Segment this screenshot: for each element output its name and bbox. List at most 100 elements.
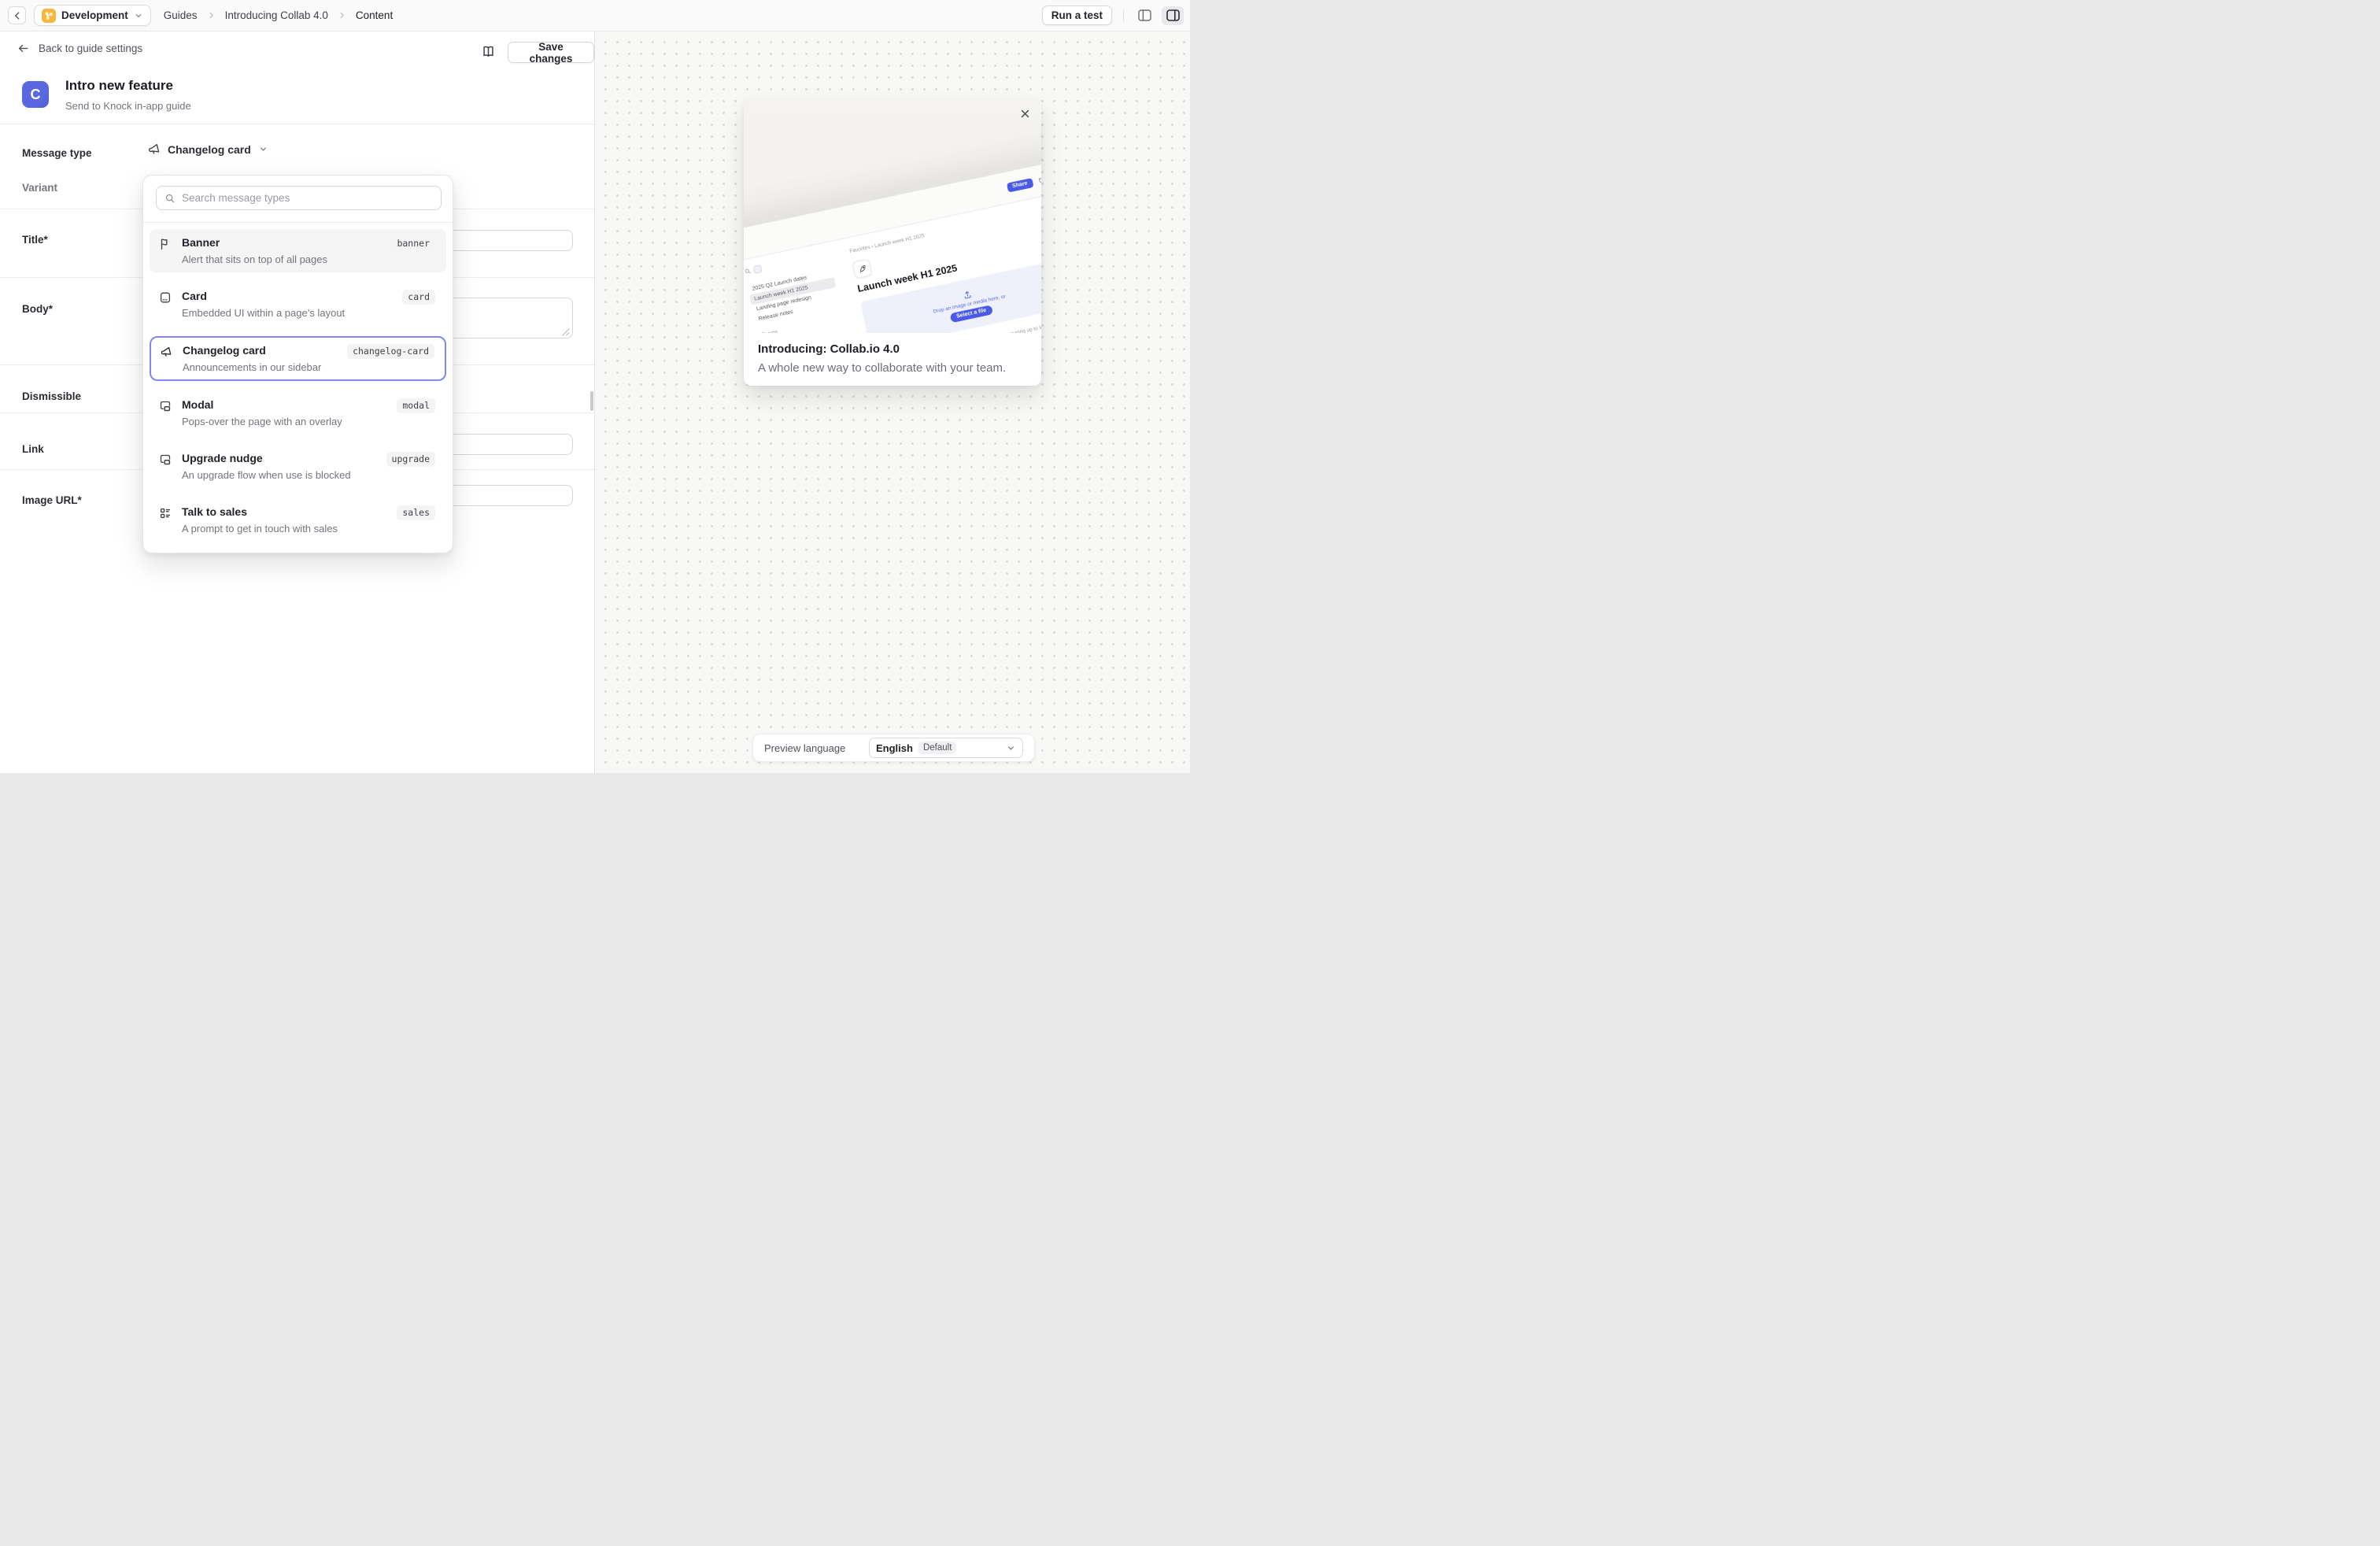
breadcrumb-separator-icon bbox=[207, 11, 216, 20]
message-type-search[interactable] bbox=[156, 186, 442, 210]
flag-icon bbox=[159, 236, 172, 265]
chevron-left-icon bbox=[12, 10, 23, 21]
top-bar: Development Guides Introducing Collab 4.… bbox=[0, 0, 1190, 31]
back-link-label: Back to guide settings bbox=[39, 43, 142, 54]
message-type-option-banner[interactable]: Banner Alert that sits on top of all pag… bbox=[150, 229, 446, 272]
breadcrumb-content[interactable]: Content bbox=[356, 9, 393, 21]
toggle-left-panel-button[interactable] bbox=[1135, 6, 1154, 25]
preview-panel: Share 2025 Q2 Launch dates bbox=[595, 31, 1190, 773]
right-panel-icon bbox=[1166, 9, 1180, 21]
upload-icon bbox=[962, 289, 973, 300]
preview-language-label: Preview language bbox=[764, 742, 845, 754]
close-icon bbox=[1019, 108, 1031, 120]
language-value: English bbox=[876, 742, 913, 754]
content-editor-panel: Back to guide settings Save changes C In… bbox=[0, 31, 595, 773]
run-a-test-button[interactable]: Run a test bbox=[1042, 6, 1112, 25]
guide-avatar: C bbox=[22, 81, 49, 108]
topbar-divider bbox=[1123, 9, 1124, 22]
option-description: Announcements in our sidebar bbox=[183, 361, 321, 373]
guide-title: Intro new feature bbox=[65, 78, 173, 94]
message-type-option-talk-to-sales[interactable]: Talk to sales A prompt to get in touch w… bbox=[150, 498, 446, 542]
breadcrumb: Guides Introducing Collab 4.0 Content bbox=[164, 9, 393, 21]
resize-handle-icon[interactable] bbox=[562, 328, 570, 336]
dropdown-divider bbox=[143, 222, 453, 223]
option-key-badge: banner bbox=[391, 236, 435, 251]
option-description: A prompt to get in touch with sales bbox=[182, 523, 338, 534]
card-icon bbox=[159, 290, 172, 319]
message-type-option-upgrade-nudge[interactable]: Upgrade nudge An upgrade flow when use i… bbox=[150, 445, 446, 488]
option-description: Embedded UI within a page’s layout bbox=[182, 307, 345, 319]
search-input[interactable] bbox=[182, 192, 433, 204]
option-name: Talk to sales bbox=[182, 505, 247, 518]
panel-scrollbar-thumb[interactable] bbox=[590, 391, 593, 411]
environment-label: Development bbox=[61, 9, 128, 21]
option-name: Changelog card bbox=[183, 344, 266, 357]
message-type-option-changelog-card[interactable]: Changelog card Announcements in our side… bbox=[150, 336, 446, 381]
history-icon bbox=[1037, 176, 1041, 185]
guide-subtitle: Send to Knock in-app guide bbox=[65, 100, 191, 112]
preview-language-bar: Preview language English Default bbox=[752, 734, 1035, 762]
search-icon bbox=[164, 193, 176, 204]
option-name: Banner bbox=[182, 236, 220, 249]
breadcrumb-separator-icon bbox=[338, 11, 346, 20]
toggle-right-panel-button[interactable] bbox=[1162, 6, 1184, 25]
image-url-label: Image URL* bbox=[22, 494, 82, 506]
link-label: Link bbox=[22, 443, 44, 455]
chevron-down-icon bbox=[258, 144, 268, 154]
preview-close-button[interactable] bbox=[1016, 105, 1033, 122]
variant-label: Variant bbox=[22, 182, 57, 194]
git-branch-icon bbox=[42, 9, 56, 23]
language-variant-badge: Default bbox=[918, 742, 956, 754]
app-window: Development Guides Introducing Collab 4.… bbox=[0, 0, 1190, 773]
option-name: Modal bbox=[182, 398, 213, 411]
title-label: Title* bbox=[22, 234, 48, 246]
preview-card-title: Introducing: Collab.io 4.0 bbox=[758, 342, 900, 356]
language-select[interactable]: English Default bbox=[869, 738, 1023, 758]
option-key-badge: modal bbox=[397, 398, 435, 413]
message-type-option-card[interactable]: Card Embedded UI within a page’s layout … bbox=[150, 283, 446, 326]
option-key-badge: upgrade bbox=[386, 452, 435, 467]
embedded-screenshot: Share 2025 Q2 Launch dates bbox=[744, 129, 1041, 333]
option-description: Pops-over the page with an overlay bbox=[182, 416, 342, 427]
message-type-option-modal[interactable]: Modal Pops-over the page with an overlay… bbox=[150, 391, 446, 435]
book-icon bbox=[482, 45, 495, 58]
option-key-badge: changelog-card bbox=[347, 344, 434, 359]
chevron-down-icon bbox=[134, 11, 143, 20]
search-icon bbox=[744, 268, 751, 275]
option-key-badge: card bbox=[402, 290, 435, 305]
breadcrumb-guide-name[interactable]: Introducing Collab 4.0 bbox=[225, 9, 328, 21]
arrow-left-icon bbox=[17, 43, 29, 54]
save-changes-button[interactable]: Save changes bbox=[508, 42, 594, 63]
history-back-button[interactable] bbox=[8, 6, 26, 24]
option-name: Upgrade nudge bbox=[182, 452, 263, 464]
left-panel-icon bbox=[1138, 9, 1151, 21]
megaphone-icon bbox=[147, 142, 161, 156]
list-icon bbox=[159, 505, 172, 534]
dismissible-label: Dismissible bbox=[22, 390, 81, 402]
docs-button[interactable] bbox=[479, 42, 497, 61]
upgrade-icon bbox=[159, 452, 172, 481]
share-button: Share bbox=[1006, 178, 1033, 193]
rocket-icon bbox=[852, 258, 872, 279]
main-area: Back to guide settings Save changes C In… bbox=[0, 31, 1190, 773]
changelog-preview-card: Share 2025 Q2 Launch dates bbox=[744, 98, 1041, 386]
message-type-value: Changelog card bbox=[168, 143, 251, 156]
back-to-guide-settings-link[interactable]: Back to guide settings bbox=[17, 43, 142, 54]
option-description: An upgrade flow when use is blocked bbox=[182, 469, 351, 481]
message-type-list: Banner Alert that sits on top of all pag… bbox=[150, 229, 446, 552]
option-name: Card bbox=[182, 290, 207, 302]
preview-image-area: Share 2025 Q2 Launch dates bbox=[744, 98, 1041, 333]
preview-card-subtitle: A whole new way to collaborate with your… bbox=[758, 361, 1006, 375]
new-doc-button bbox=[753, 264, 763, 274]
option-key-badge: sales bbox=[397, 505, 435, 520]
chevron-down-icon bbox=[1006, 743, 1016, 753]
message-type-selector[interactable]: Changelog card bbox=[147, 142, 268, 156]
message-type-dropdown: Banner Alert that sits on top of all pag… bbox=[142, 175, 453, 553]
option-description: Alert that sits on top of all pages bbox=[182, 253, 327, 265]
megaphone-icon bbox=[160, 344, 173, 373]
breadcrumb-guides[interactable]: Guides bbox=[164, 9, 198, 21]
message-type-label: Message type bbox=[22, 147, 92, 159]
modal-icon bbox=[159, 398, 172, 427]
body-label: Body* bbox=[22, 303, 53, 315]
environment-switcher[interactable]: Development bbox=[34, 5, 151, 26]
